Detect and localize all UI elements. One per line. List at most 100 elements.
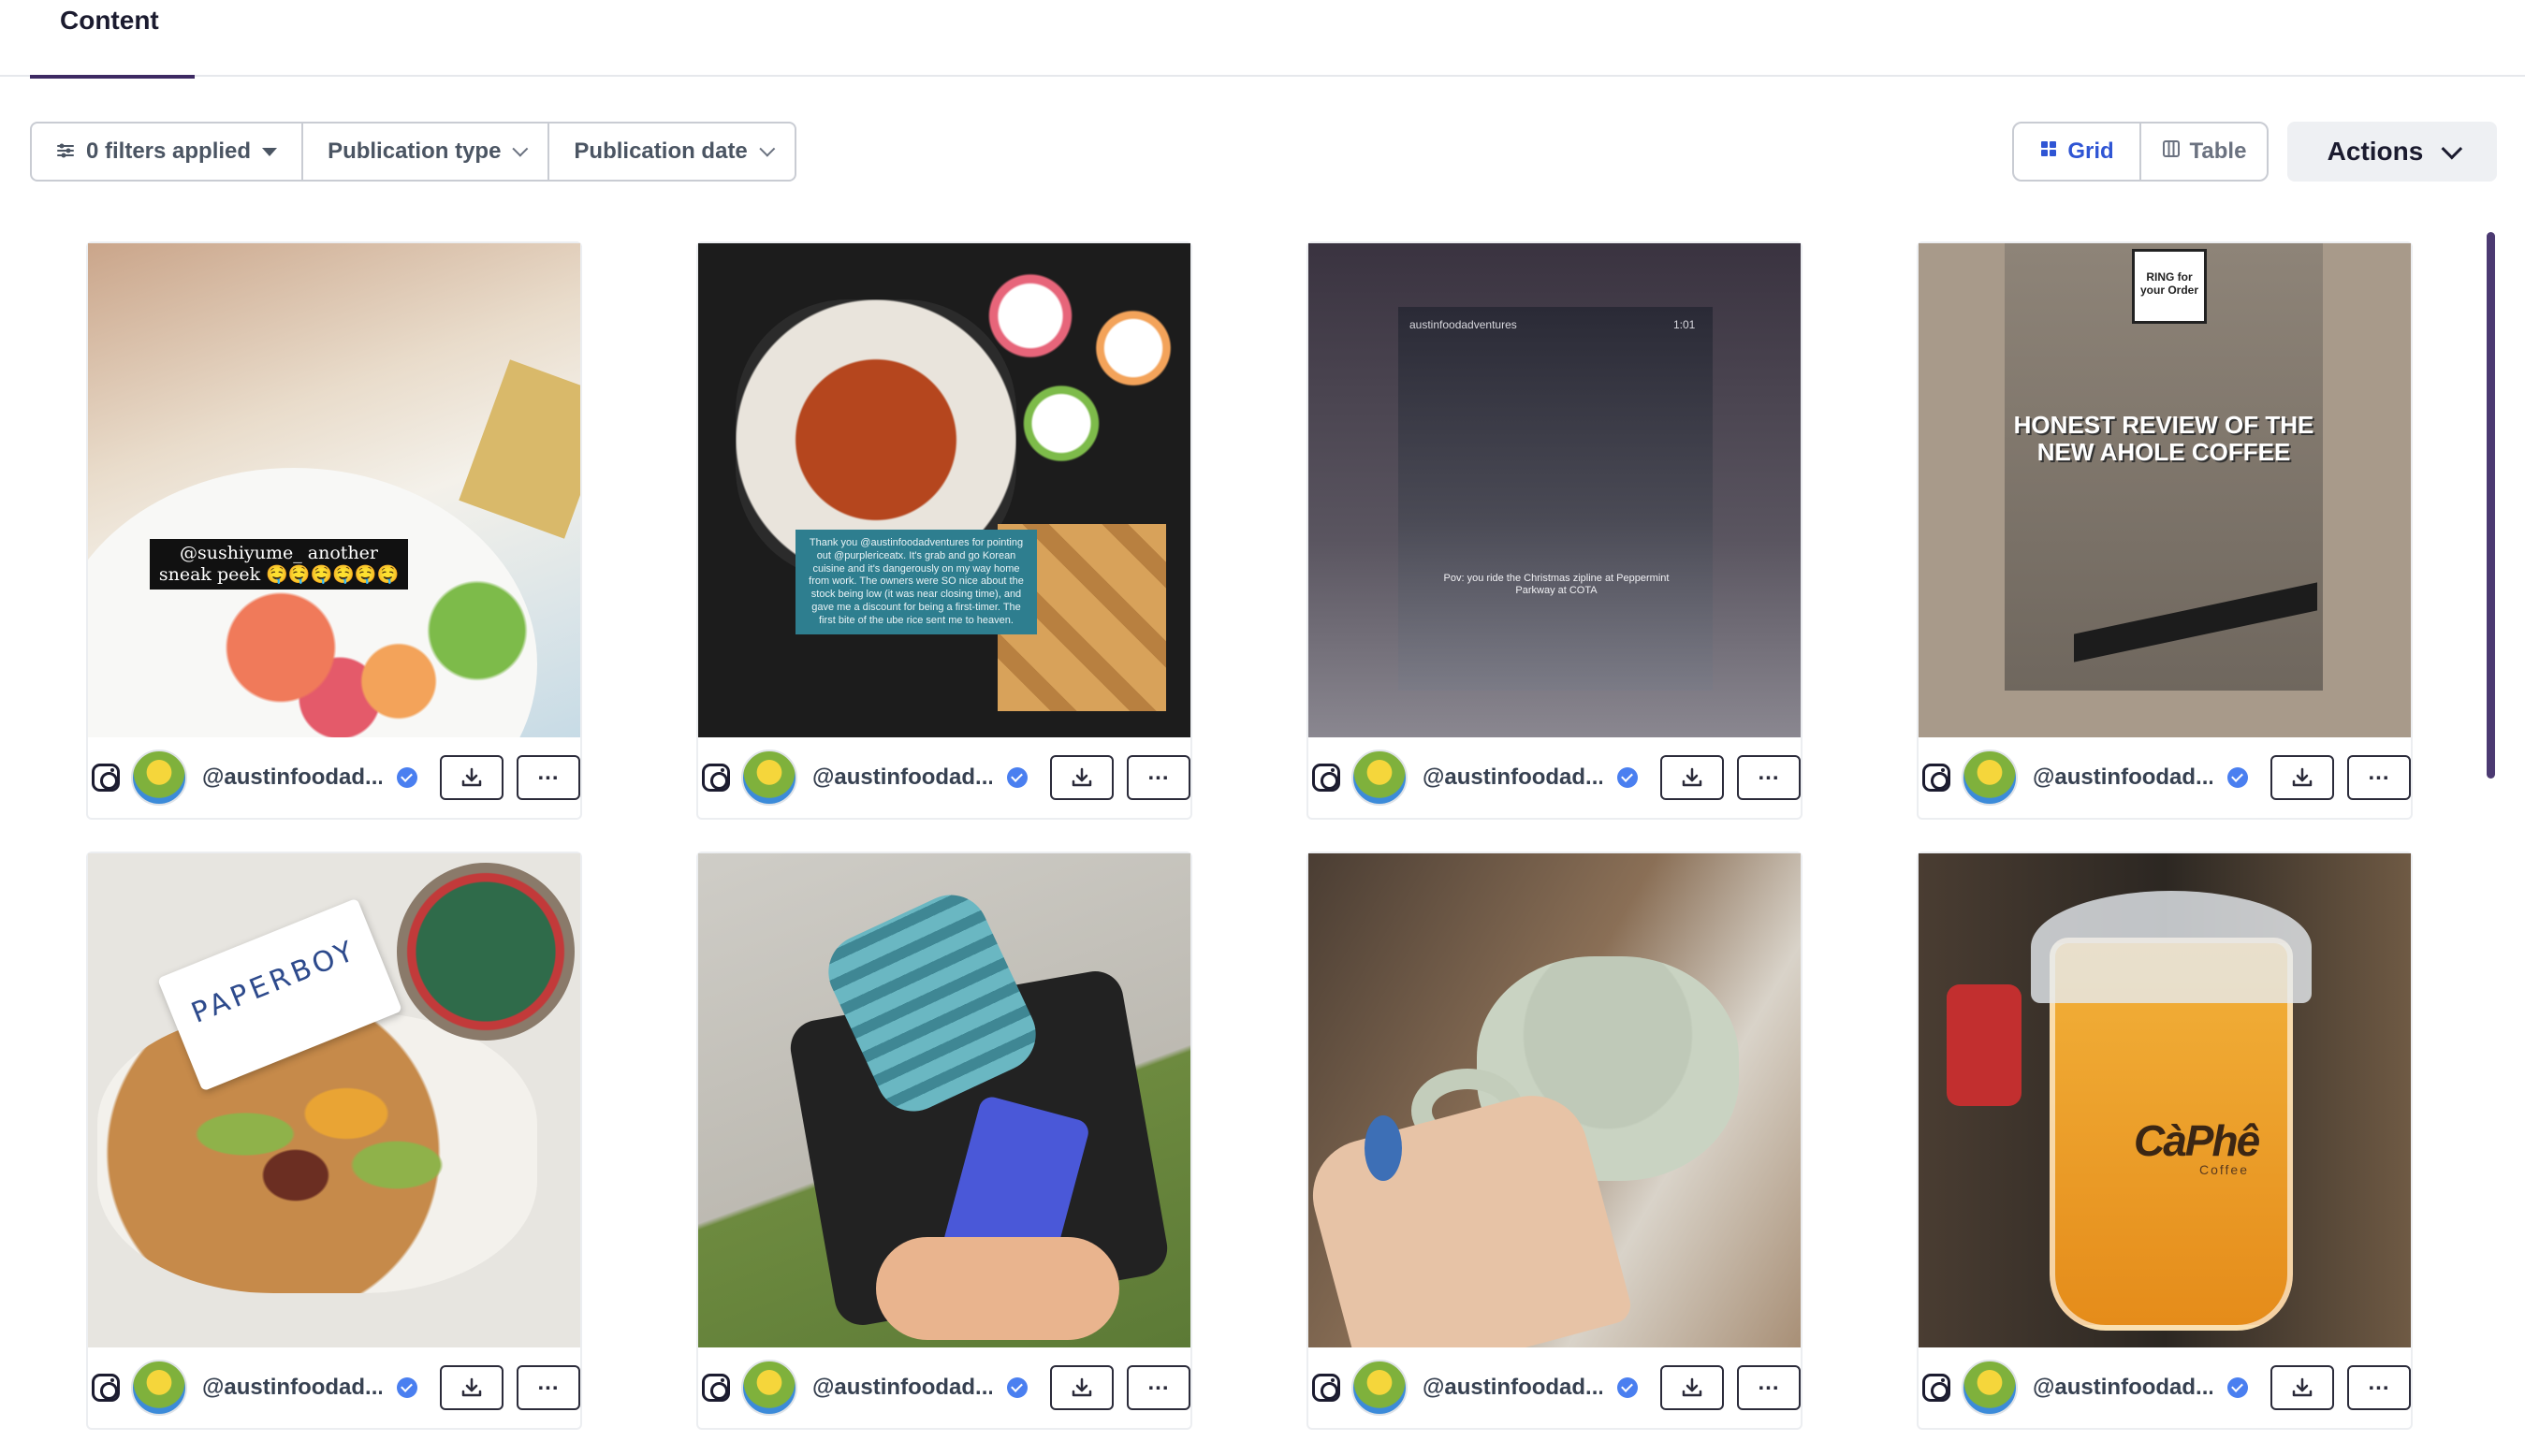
- more-horizontal-icon: ...: [537, 1370, 560, 1395]
- caret-down-icon: [262, 147, 278, 156]
- creator-handle[interactable]: @austinfoodad...: [812, 764, 992, 791]
- more-options-button[interactable]: ...: [517, 1365, 580, 1410]
- view-toggle: Grid Table: [2012, 122, 2269, 182]
- filters-applied-label: 0 filters applied: [86, 138, 252, 164]
- creator-handle[interactable]: @austinfoodad...: [202, 1375, 382, 1401]
- download-icon: [2292, 767, 2313, 787]
- table-view-button[interactable]: Table: [2141, 124, 2267, 180]
- download-button[interactable]: [1660, 755, 1724, 800]
- post-overlay-text: Thank you @austinfoodadventures for poin…: [795, 530, 1037, 635]
- post-overlay-text: CàPhê: [2134, 1116, 2260, 1165]
- publication-type-dropdown[interactable]: Publication type: [303, 124, 550, 180]
- instagram-icon: [92, 1374, 120, 1402]
- publication-date-dropdown[interactable]: Publication date: [549, 124, 794, 180]
- verified-badge-icon: [1007, 1377, 1028, 1398]
- more-horizontal-icon: ...: [1147, 760, 1170, 785]
- verified-badge-icon: [1617, 1377, 1638, 1398]
- download-button[interactable]: [1660, 1365, 1724, 1410]
- card-footer: @austinfoodad... ...: [698, 1347, 1190, 1428]
- more-options-button[interactable]: ...: [2347, 755, 2411, 800]
- instagram-icon: [702, 1374, 730, 1402]
- card-footer: @austinfoodad... ...: [1919, 737, 2411, 818]
- avatar[interactable]: [741, 1360, 797, 1416]
- download-button[interactable]: [2270, 1365, 2334, 1410]
- avatar[interactable]: [741, 750, 797, 806]
- card-footer: @austinfoodad... ...: [1919, 1347, 2411, 1428]
- verified-badge-icon: [2227, 1377, 2248, 1398]
- creator-handle[interactable]: @austinfoodad...: [202, 764, 382, 791]
- post-thumbnail[interactable]: @sushiyume_ another sneak peek 🤤🤤🤤🤤🤤🤤: [88, 243, 580, 737]
- download-button[interactable]: [440, 755, 504, 800]
- verified-badge-icon: [2227, 767, 2248, 788]
- instagram-icon: [1312, 764, 1340, 792]
- post-thumbnail[interactable]: [1308, 853, 1801, 1347]
- more-options-button[interactable]: ...: [1737, 1365, 1801, 1410]
- avatar[interactable]: [1962, 1360, 2018, 1416]
- creator-handle[interactable]: @austinfoodad...: [2033, 764, 2212, 791]
- verified-badge-icon: [397, 767, 417, 788]
- post-thumbnail[interactable]: CàPhê Coffee: [1919, 853, 2411, 1347]
- content-card[interactable]: CàPhê Coffee @austinfoodad... ...: [1917, 852, 2413, 1430]
- content-card[interactable]: @austinfoodad... ...: [696, 852, 1192, 1430]
- avatar[interactable]: [131, 750, 187, 806]
- story-timestamp: 1:01: [1673, 318, 1696, 331]
- post-thumbnail[interactable]: RING for your Order HONEST REVIEW OF THE…: [1919, 243, 2411, 737]
- avatar[interactable]: [1962, 750, 2018, 806]
- content-card[interactable]: PAPERBOY @austinfoodad... ...: [86, 852, 582, 1430]
- more-options-button[interactable]: ...: [2347, 1365, 2411, 1410]
- table-view-label: Table: [2189, 138, 2247, 164]
- filter-lines-icon: [56, 138, 75, 165]
- download-button[interactable]: [2270, 755, 2334, 800]
- actions-label: Actions: [2327, 137, 2424, 166]
- avatar[interactable]: [1351, 1360, 1408, 1416]
- content-card[interactable]: Thank you @austinfoodadventures for poin…: [696, 241, 1192, 820]
- content-card[interactable]: RING for your Order HONEST REVIEW OF THE…: [1917, 241, 2413, 820]
- instagram-icon: [1922, 764, 1950, 792]
- story-frame: [1398, 307, 1713, 691]
- verified-badge-icon: [397, 1377, 417, 1398]
- publication-type-label: Publication type: [328, 138, 502, 164]
- more-options-button[interactable]: ...: [1127, 1365, 1190, 1410]
- content-card[interactable]: @sushiyume_ another sneak peek 🤤🤤🤤🤤🤤🤤 @a…: [86, 241, 582, 820]
- post-thumbnail[interactable]: austinfoodadventures 1:01 Pov: you ride …: [1308, 243, 1801, 737]
- more-horizontal-icon: ...: [1758, 760, 1780, 785]
- grid-view-button[interactable]: Grid: [2014, 124, 2141, 180]
- content-card[interactable]: @austinfoodad... ...: [1306, 852, 1803, 1430]
- more-options-button[interactable]: ...: [1127, 755, 1190, 800]
- scrollbar-thumb[interactable]: [2487, 232, 2495, 779]
- post-thumbnail[interactable]: [698, 853, 1190, 1347]
- download-button[interactable]: [440, 1365, 504, 1410]
- filters-applied-dropdown[interactable]: 0 filters applied: [32, 124, 304, 180]
- download-button[interactable]: [1050, 755, 1114, 800]
- card-footer: @austinfoodad... ...: [88, 737, 580, 818]
- avatar[interactable]: [131, 1360, 187, 1416]
- ring-sign: RING for your Order: [2132, 249, 2207, 324]
- card-footer: @austinfoodad... ...: [698, 737, 1190, 818]
- post-thumbnail[interactable]: Thank you @austinfoodadventures for poin…: [698, 243, 1190, 737]
- more-horizontal-icon: ...: [1147, 1370, 1170, 1395]
- creator-handle[interactable]: @austinfoodad...: [1423, 1375, 1602, 1401]
- creator-handle[interactable]: @austinfoodad...: [2033, 1375, 2212, 1401]
- creator-handle[interactable]: @austinfoodad...: [1423, 764, 1602, 791]
- content-card[interactable]: austinfoodadventures 1:01 Pov: you ride …: [1306, 241, 1803, 820]
- tab-content-label: Content: [60, 6, 159, 35]
- post-thumbnail[interactable]: PAPERBOY: [88, 853, 580, 1347]
- more-options-button[interactable]: ...: [1737, 755, 1801, 800]
- avatar[interactable]: [1351, 750, 1408, 806]
- download-button[interactable]: [1050, 1365, 1114, 1410]
- instagram-icon: [92, 764, 120, 792]
- instagram-icon: [1312, 1374, 1340, 1402]
- card-footer: @austinfoodad... ...: [1308, 1347, 1801, 1428]
- verified-badge-icon: [1617, 767, 1638, 788]
- instagram-icon: [1922, 1374, 1950, 1402]
- post-overlay-text: HONEST REVIEW OF THE NEW AHOLE COFFEE: [2013, 411, 2314, 466]
- chevron-down-icon: [759, 140, 776, 157]
- more-options-button[interactable]: ...: [517, 755, 580, 800]
- tab-content[interactable]: Content: [30, 0, 195, 79]
- chevron-down-icon: [512, 140, 529, 157]
- actions-button[interactable]: Actions: [2287, 122, 2497, 182]
- more-horizontal-icon: ...: [2368, 760, 2390, 785]
- download-icon: [461, 767, 482, 787]
- tab-bar: Content: [0, 0, 2525, 79]
- creator-handle[interactable]: @austinfoodad...: [812, 1375, 992, 1401]
